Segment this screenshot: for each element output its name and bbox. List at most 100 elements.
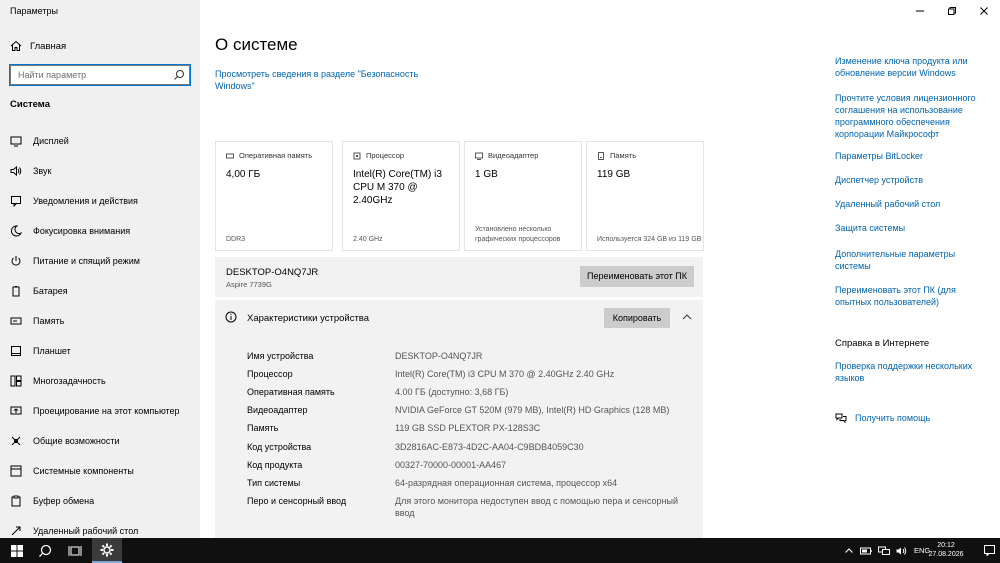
components-icon <box>10 465 22 477</box>
sidebar-item-label: Уведомления и действия <box>33 196 138 206</box>
related-link-rename-advanced[interactable]: Переименовать этот ПК (для опытных польз… <box>835 284 985 308</box>
device-specs-header[interactable]: Характеристики устройства Копировать <box>215 300 703 336</box>
card-header: Память <box>610 151 637 160</box>
sidebar-item-multitasking[interactable]: Многозадачность <box>0 366 200 396</box>
settings-window: Параметры Главная Система Дисплей Звук У… <box>0 0 1000 538</box>
device-name: DESKTOP-O4NQ7JR <box>226 267 319 278</box>
spec-key: Тип системы <box>247 478 301 488</box>
storage-card: Память 119 GB Используется 324 GB из 119… <box>586 141 704 251</box>
card-footer: Установлено несколько графических процес… <box>475 226 561 243</box>
spec-key: Память <box>247 423 279 433</box>
action-center-button[interactable] <box>978 538 1000 563</box>
app-title: Параметры <box>10 6 58 16</box>
sidebar-item-projecting[interactable]: Проецирование на этот компьютер <box>0 396 200 426</box>
spec-value: DESKTOP-O4NQ7JR <box>395 351 483 361</box>
related-link-advanced-settings[interactable]: Дополнительные параметры системы <box>835 248 985 272</box>
sidebar-item-tablet[interactable]: Планшет <box>0 336 200 366</box>
task-view-button[interactable] <box>60 538 90 563</box>
device-name-panel: DESKTOP-O4NQ7JR Aspire 7739G Переименова… <box>215 257 703 297</box>
taskbar-search-button[interactable] <box>30 538 60 563</box>
related-link-license[interactable]: Прочтите условия лицензионного соглашени… <box>835 92 985 140</box>
spec-value: Для этого монитора недоступен ввод с пом… <box>395 496 678 518</box>
gear-icon <box>100 543 114 556</box>
card-header: Процессор <box>366 151 405 160</box>
sidebar: Параметры Главная Система Дисплей Звук У… <box>0 0 200 538</box>
speaker-icon <box>10 165 22 177</box>
sidebar-item-components[interactable]: Системные компоненты <box>0 456 200 486</box>
search-icon[interactable] <box>173 69 185 81</box>
close-button[interactable] <box>968 0 1000 22</box>
card-value: Intel(R) Core(TM) i3 CPU M 370 @ 2.40GHz <box>353 169 442 206</box>
search-box[interactable] <box>9 64 191 86</box>
spec-key: Процессор <box>247 369 293 379</box>
sidebar-item-notifications[interactable]: Уведомления и действия <box>0 186 200 216</box>
chat-help-icon <box>835 413 847 424</box>
sidebar-item-clipboard[interactable]: Буфер обмена <box>0 486 200 516</box>
security-link[interactable]: Просмотреть сведения в разделе "Безопасн… <box>215 68 430 92</box>
notification-icon <box>11 196 21 207</box>
clipboard-icon <box>11 495 21 507</box>
sidebar-section-title: Система <box>10 99 50 110</box>
spec-key: Имя устройства <box>247 351 314 361</box>
network-icon[interactable] <box>878 546 890 556</box>
restore-icon <box>948 7 956 15</box>
sidebar-item-focus-assist[interactable]: Фокусировка внимания <box>0 216 200 246</box>
sidebar-item-storage[interactable]: Память <box>0 306 200 336</box>
sidebar-item-label: Фокусировка внимания <box>33 226 131 236</box>
sidebar-home[interactable]: Главная <box>10 38 66 54</box>
spec-value: 119 GB SSD PLEXTOR PX-128S3C <box>395 423 541 433</box>
taskbar-clock[interactable]: 20:12 27.08.2026 <box>918 541 974 559</box>
window-controls <box>904 0 1000 22</box>
settings-taskbar-button[interactable] <box>92 538 122 563</box>
notification-icon <box>983 545 995 556</box>
processor-icon <box>353 152 361 159</box>
sidebar-item-display[interactable]: Дисплей <box>0 126 200 156</box>
sidebar-item-remote-desktop[interactable]: Удаленный рабочий стол <box>0 516 200 538</box>
windows-logo-icon <box>11 544 23 557</box>
battery-icon[interactable] <box>860 546 872 556</box>
card-footer: Используется 324 GB из 119 GB <box>597 236 702 243</box>
spec-key: Перо и сенсорный ввод <box>247 496 347 506</box>
chevron-up-icon[interactable] <box>844 546 854 556</box>
card-footer: DDR3 <box>226 236 246 243</box>
sidebar-item-shared-experiences[interactable]: Общие возможности <box>0 426 200 456</box>
get-help-label: Получить помощь <box>855 413 931 423</box>
rename-pc-button[interactable]: Переименовать этот ПК <box>580 266 694 287</box>
spec-key: Оперативная память <box>247 387 335 397</box>
shared-experiences-icon <box>11 436 21 446</box>
sidebar-item-battery[interactable]: Батарея <box>0 276 200 306</box>
tablet-icon <box>11 346 21 356</box>
restore-button[interactable] <box>936 0 968 22</box>
card-value: 4,00 ГБ <box>226 169 261 180</box>
battery-icon <box>12 286 20 297</box>
related-link-system-protection[interactable]: Защита системы <box>835 222 985 234</box>
sidebar-item-label: Проецирование на этот компьютер <box>33 406 180 416</box>
storage-icon <box>598 151 604 160</box>
sidebar-item-sound[interactable]: Звук <box>0 156 200 186</box>
related-link-product-key[interactable]: Изменение ключа продукта или обновление … <box>835 55 985 79</box>
sidebar-item-power[interactable]: Питание и спящий режим <box>0 246 200 276</box>
chevron-up-icon[interactable] <box>681 311 693 323</box>
help-link-languages[interactable]: Проверка поддержки нескольких языков <box>835 360 985 384</box>
power-icon <box>11 256 21 266</box>
minimize-button[interactable] <box>904 0 936 22</box>
clock-time: 20:12 <box>937 542 955 549</box>
copy-button[interactable]: Копировать <box>604 308 670 328</box>
search-input[interactable] <box>18 70 168 80</box>
get-help-link[interactable]: Получить помощь <box>835 412 930 424</box>
spec-value: 3D2816AC-E873-4D2C-AA04-C9BDB4059C30 <box>395 442 584 452</box>
related-link-remote-desktop[interactable]: Удаленный рабочий стол <box>835 198 985 210</box>
spec-key: Код устройства <box>247 442 312 452</box>
start-button[interactable] <box>2 538 32 563</box>
volume-icon[interactable] <box>896 546 908 556</box>
spec-value: NVIDIA GeForce GT 520M (979 MB), Intel(R… <box>395 405 670 415</box>
sidebar-item-label: Память <box>33 316 65 326</box>
spec-key: Видеоадаптер <box>247 405 308 415</box>
sidebar-item-label: Системные компоненты <box>33 466 134 476</box>
multitasking-icon <box>10 375 22 387</box>
related-link-bitlocker[interactable]: Параметры BitLocker <box>835 150 985 162</box>
search-icon <box>39 544 52 557</box>
sidebar-item-label: Батарея <box>33 286 68 296</box>
related-link-device-manager[interactable]: Диспетчер устройств <box>835 174 985 186</box>
taskbar: ENG 20:12 27.08.2026 <box>0 538 1000 563</box>
